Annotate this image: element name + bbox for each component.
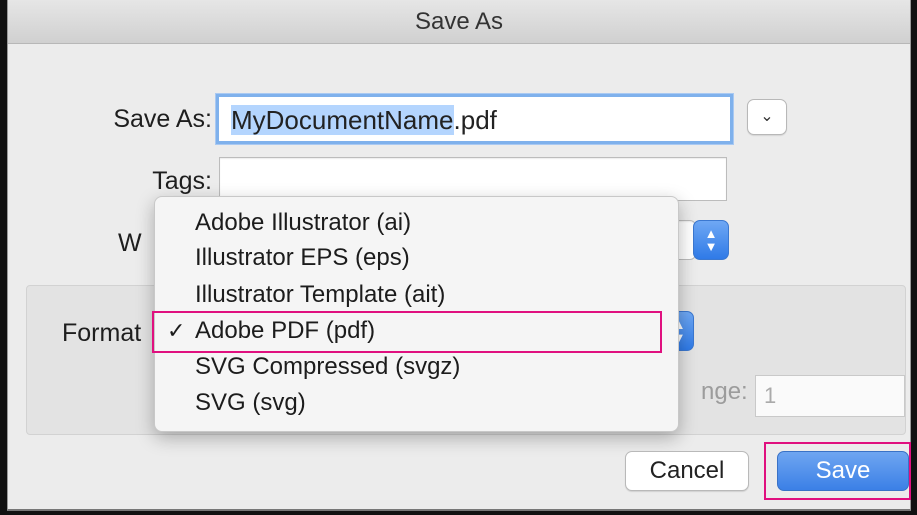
menu-item-eps[interactable]: Illustrator EPS (eps) (155, 241, 678, 275)
where-stepper[interactable]: ▲ ▼ (693, 220, 729, 260)
menu-item-svgz[interactable]: SVG Compressed (svgz) (155, 350, 678, 384)
where-label: W (118, 229, 142, 257)
tags-label: Tags: (152, 167, 212, 195)
menu-item-svg[interactable]: SVG (svg) (155, 386, 678, 420)
menu-item-label: Illustrator EPS (eps) (195, 244, 410, 271)
range-label: nge: (701, 378, 748, 405)
menu-item-label: Illustrator Template (ait) (195, 281, 446, 308)
format-label: Format (62, 319, 142, 347)
up-down-stepper-icon: ▲ ▼ (704, 226, 718, 254)
window-title: Save As (8, 0, 910, 44)
filename-extension: .pdf (453, 105, 497, 135)
filename-text: MyDocumentName.pdf (231, 104, 497, 136)
menu-item-ai[interactable]: Adobe Illustrator (ai) (155, 206, 678, 240)
save-as-dialog: Save As Save As: MyDocumentName.pdf ⌄ Ta… (7, 0, 911, 511)
menu-item-label: SVG (svg) (195, 389, 306, 416)
cancel-button[interactable]: Cancel (625, 451, 749, 491)
annotation-highlight-save (764, 442, 911, 500)
menu-item-label: Adobe Illustrator (ai) (195, 209, 412, 236)
menu-item-label: SVG Compressed (svgz) (195, 353, 461, 380)
filename-input[interactable]: MyDocumentName.pdf (216, 94, 733, 144)
chevron-down-icon: ⌄ (760, 108, 774, 125)
menu-item-ait[interactable]: Illustrator Template (ait) (155, 278, 678, 312)
filename-selected-text: MyDocumentName (231, 105, 454, 135)
annotation-highlight-pdf (152, 311, 662, 353)
save-as-label: Save As: (113, 105, 212, 133)
expand-dialog-button[interactable]: ⌄ (747, 99, 787, 135)
range-input[interactable]: 1 (755, 375, 905, 417)
tags-input[interactable] (219, 157, 727, 201)
